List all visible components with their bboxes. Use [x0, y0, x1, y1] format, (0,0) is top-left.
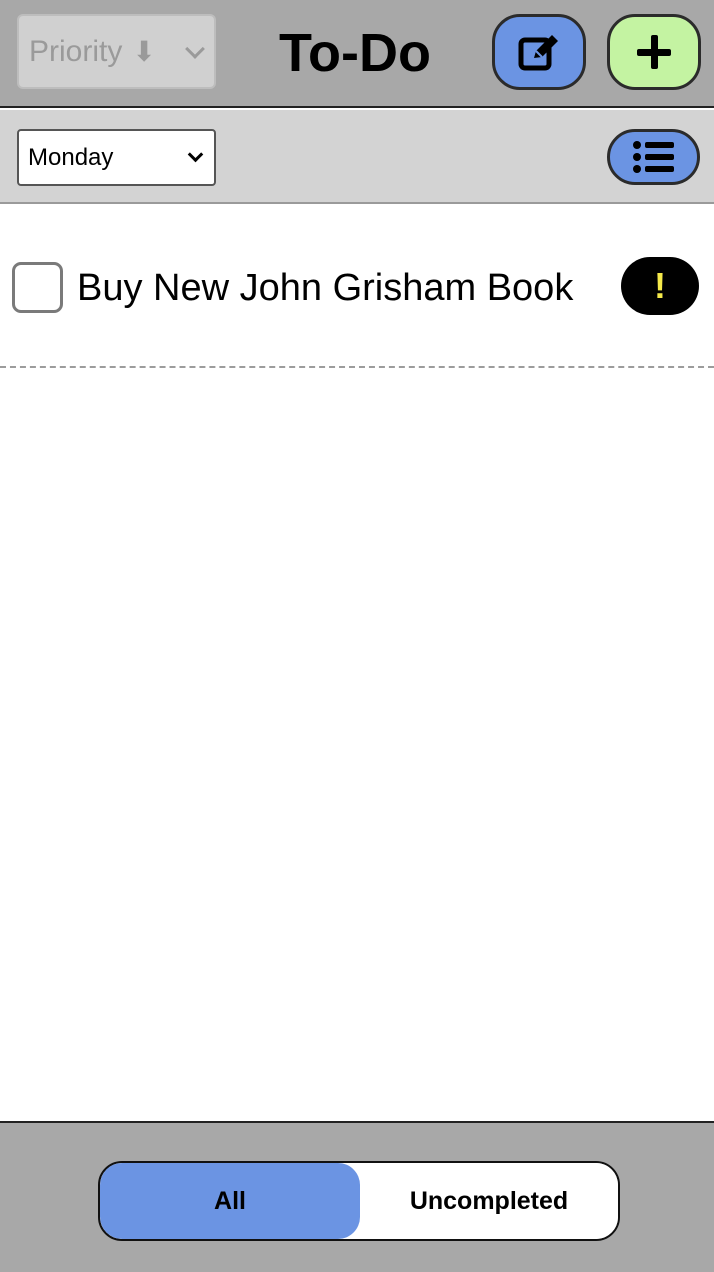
todo-app: Priority ⬇ To-Do Monday Buy New John Gri…: [0, 0, 714, 1272]
arrow-down-icon: ⬇: [132, 36, 156, 67]
task-checkbox[interactable]: [12, 262, 63, 313]
sort-priority-select[interactable]: Priority ⬇: [17, 14, 216, 89]
edit-icon: [518, 35, 558, 71]
sort-select-value: Priority: [29, 34, 123, 68]
priority-badge[interactable]: !: [621, 257, 699, 315]
filter-bar: Monday: [0, 110, 714, 204]
task-label: Buy New John Grisham Book: [77, 267, 574, 309]
list-view-button[interactable]: [607, 129, 700, 185]
day-select-value: Monday: [28, 143, 114, 171]
list-icon: [632, 141, 674, 173]
filter-segmented-control: All Uncompleted: [98, 1161, 620, 1241]
task-row: Buy New John Grisham Book !: [0, 206, 714, 368]
edit-button[interactable]: [492, 14, 586, 90]
chevron-down-icon: [187, 146, 204, 163]
plus-icon: [637, 35, 671, 69]
add-button[interactable]: [607, 14, 701, 90]
page-title: To-Do: [279, 23, 431, 83]
footer-bar: All Uncompleted: [0, 1121, 714, 1272]
header-bar: Priority ⬇ To-Do: [0, 0, 714, 108]
day-select[interactable]: Monday: [17, 129, 216, 186]
segment-all[interactable]: All: [100, 1163, 360, 1239]
exclamation-icon: !: [654, 265, 666, 306]
chevron-down-icon: [185, 39, 205, 59]
segment-uncompleted[interactable]: Uncompleted: [360, 1163, 618, 1239]
